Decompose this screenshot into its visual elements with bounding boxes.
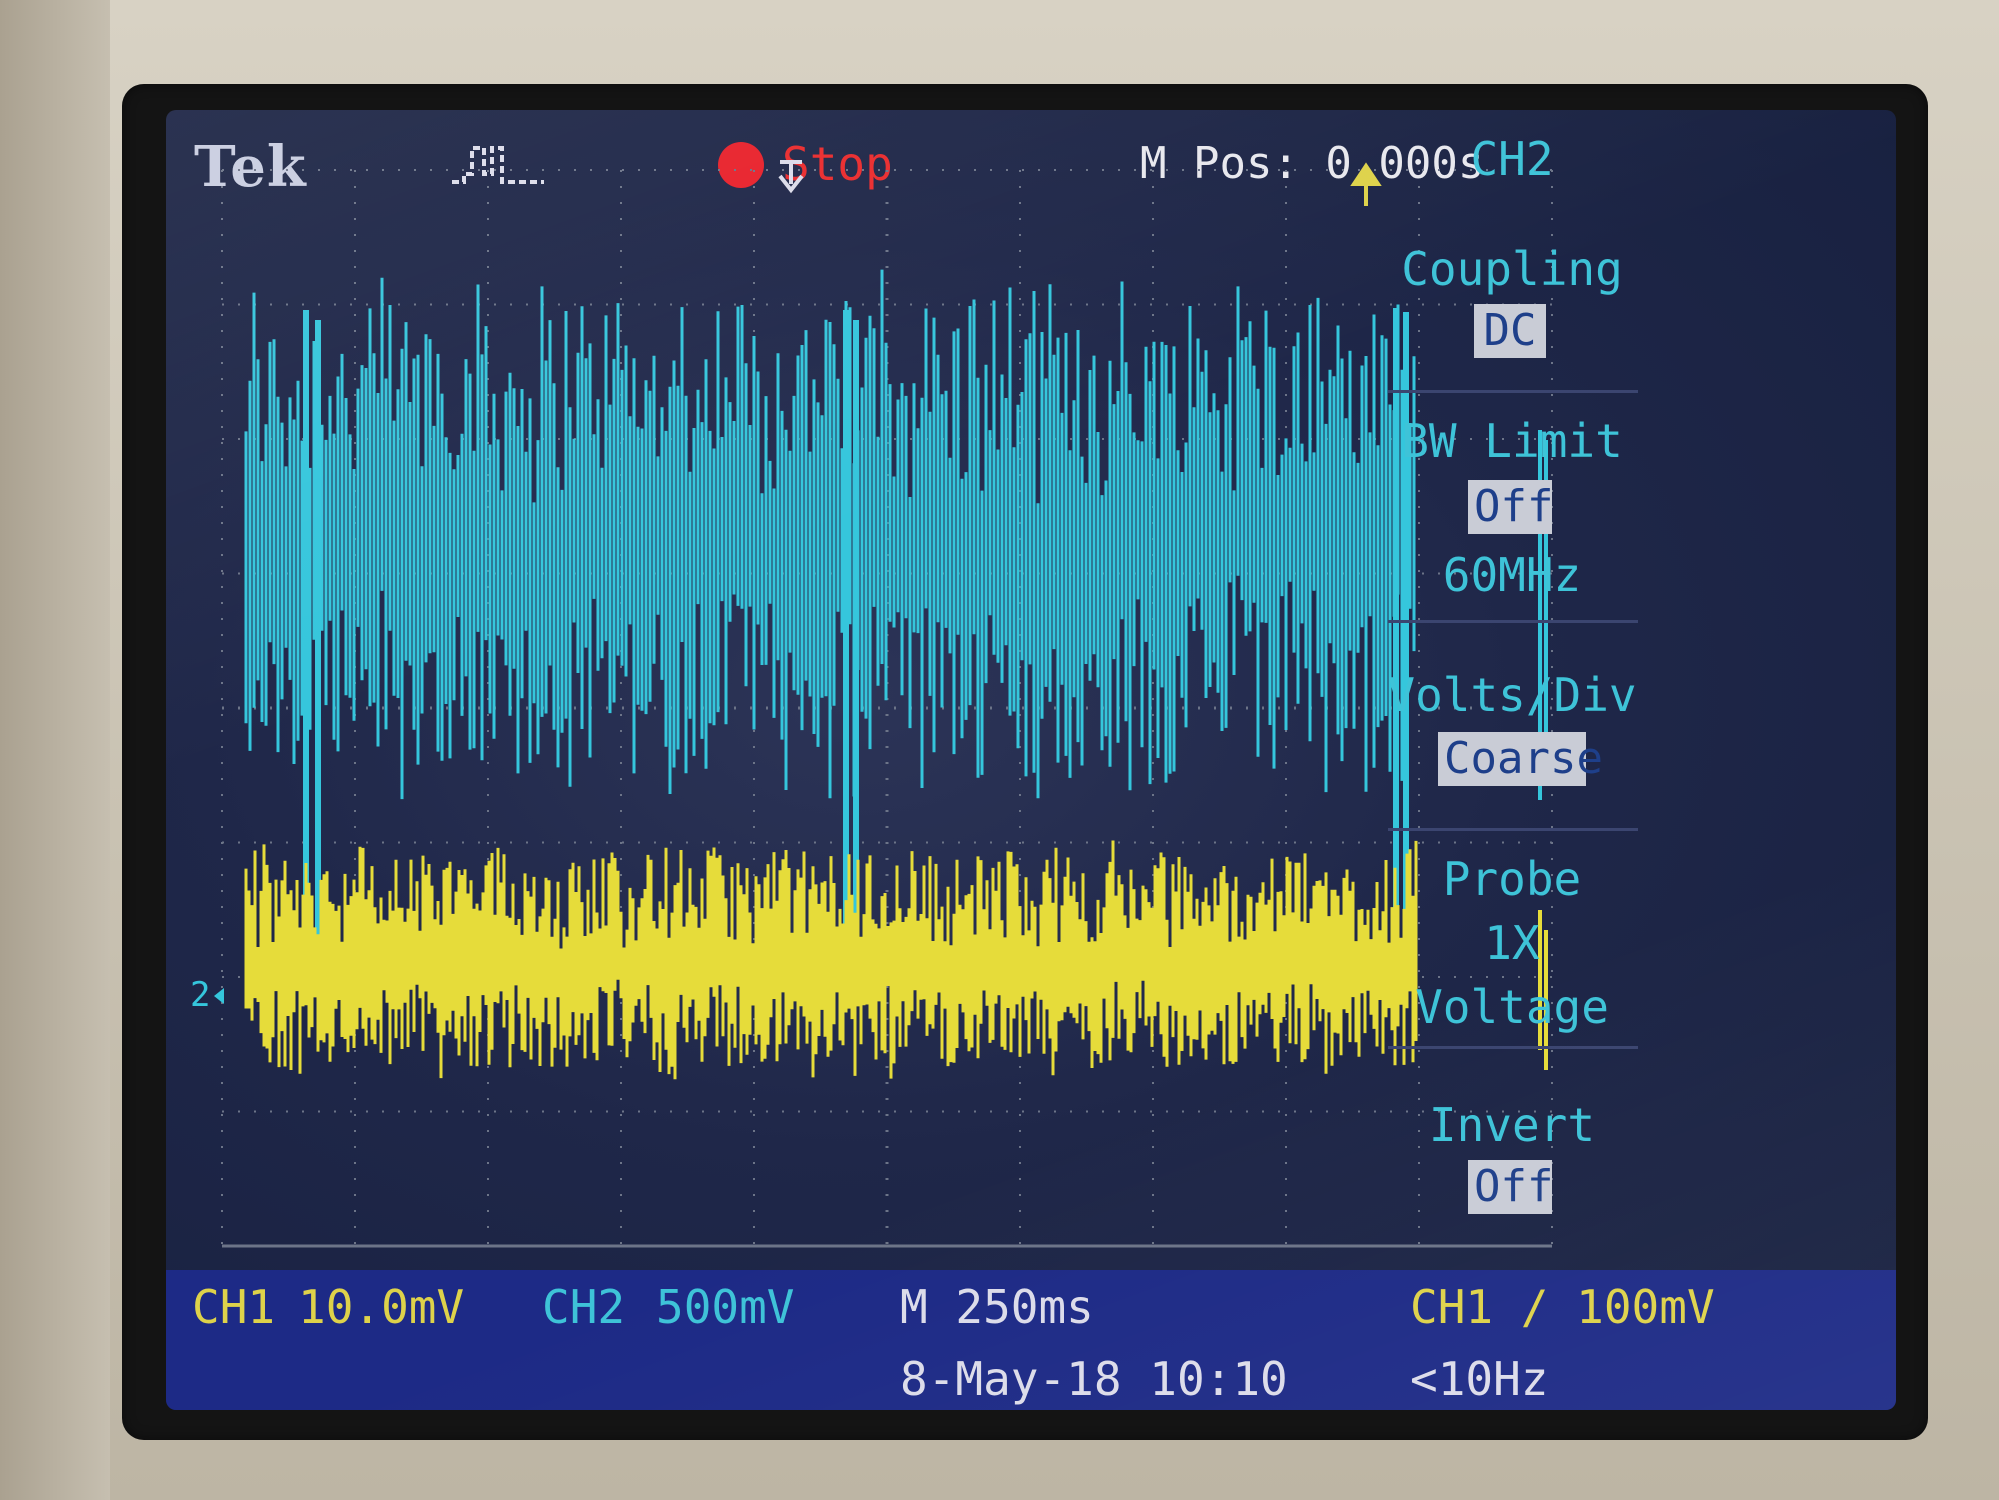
coupling-value[interactable]: DC [1474,304,1546,358]
bw-limit-value[interactable]: Off [1468,480,1553,534]
menu-divider [1388,828,1638,831]
ch2-label: CH2 [542,1280,626,1334]
coupling-label[interactable]: Coupling [1362,242,1662,296]
probe-label[interactable]: Probe [1362,852,1662,906]
invert-value[interactable]: Off [1468,1160,1553,1214]
bezel-left-edge [0,0,110,1500]
ch2-ground-arrow-icon [214,988,224,1004]
trigger-readout: CH1 ∕ 100mV [1410,1280,1715,1334]
trigger-frequency: <10Hz [1410,1352,1549,1406]
ch2-scale: 500mV [656,1280,795,1334]
ch1-waveform [244,840,1418,1080]
invert-label[interactable]: Invert [1362,1098,1662,1152]
probe-type: Voltage [1415,980,1609,1034]
bw-limit-frequency: 60MHz [1442,548,1582,602]
ch2-ground-marker: 2 [190,975,210,1015]
menu-channel: CH2 [1470,132,1554,186]
trigger-position-icon [778,160,804,194]
menu-divider [1388,620,1638,623]
ch2-waveform [244,269,1416,800]
volts-div-label[interactable]: Volts/Div [1362,668,1662,722]
date-time: 8-May-18 10:10 [900,1352,1288,1406]
timebase: M 250ms [900,1280,1094,1334]
ch1-scale: 10.0mV [298,1280,465,1334]
ch1-trace [244,840,1548,1080]
bw-limit-label[interactable]: BW Limit [1362,414,1662,468]
probe-value: 1X [1484,916,1540,970]
menu-divider [1388,390,1638,393]
ch1-label: CH1 [192,1280,276,1334]
menu-divider [1388,1046,1638,1049]
volts-div-value[interactable]: Coarse [1438,732,1603,786]
oscilloscope-screen: Tek Stop M Pos: 0.000s 2 CH2 Coupling DC… [166,110,1896,1410]
